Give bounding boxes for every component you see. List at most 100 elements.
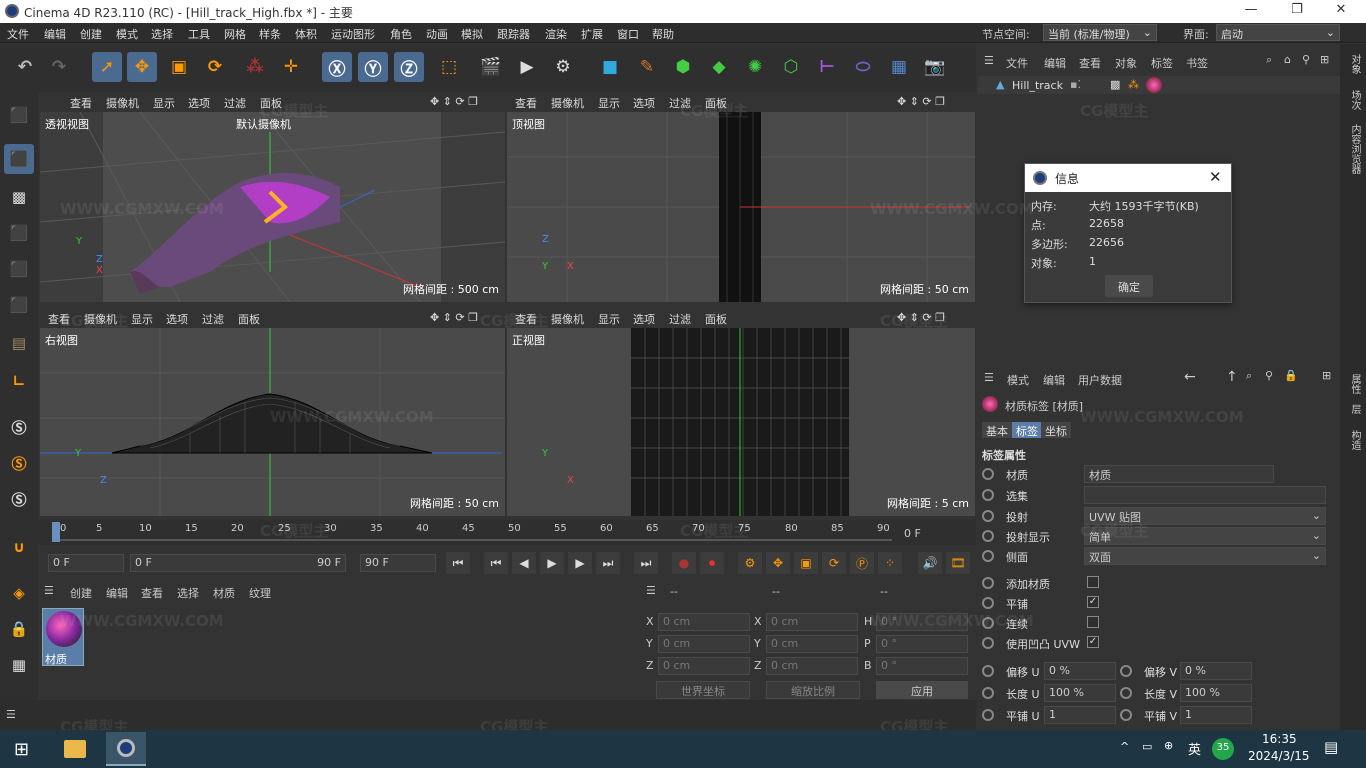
battery-icon[interactable]: ▭ [1142, 740, 1152, 753]
tab-coordinates[interactable]: 坐标 [1041, 422, 1071, 438]
prev-key-icon[interactable]: ⏮ [484, 552, 508, 574]
current-frame-field[interactable]: 0 F [48, 554, 124, 572]
make-editable-icon[interactable]: ⬛ [4, 100, 34, 130]
rot-b-field[interactable]: 0 ° [876, 657, 968, 675]
menu-help[interactable]: 帮助 [652, 26, 674, 42]
menu-tracker[interactable]: 跟踪器 [497, 26, 530, 42]
filter-icon[interactable]: ⚲ [1265, 369, 1273, 382]
new-window-icon[interactable]: ⊞ [1322, 369, 1331, 382]
vp-menu-view[interactable]: 查看 [515, 95, 537, 111]
search-icon[interactable]: ⌕ [1266, 53, 1272, 67]
up-arrow-icon[interactable]: ↑ [1226, 369, 1238, 385]
anim-dot-icon[interactable] [982, 468, 994, 480]
hamburger-icon[interactable]: ☰ [44, 584, 54, 597]
vp-menu-display[interactable]: 显示 [131, 311, 153, 327]
offset-u-field[interactable]: 0 % [1044, 662, 1116, 680]
anim-dot-icon[interactable] [982, 687, 994, 699]
length-u-field[interactable]: 100 % [1044, 684, 1116, 702]
anim-dot-icon[interactable] [982, 597, 994, 609]
menu-animate[interactable]: 动画 [426, 26, 448, 42]
uv-mode-icon[interactable]: ▤ [4, 328, 34, 358]
seamless-checkbox[interactable] [1087, 616, 1099, 628]
material-thumbnail[interactable]: 材质 [42, 608, 84, 666]
close-icon[interactable]: ✕ [1326, 2, 1356, 17]
hamburger-icon[interactable]: ☰ [984, 54, 994, 67]
pos-y-field[interactable]: 0 cm [658, 635, 750, 653]
vp-menu-filter[interactable]: 过滤 [669, 311, 691, 327]
side-tab-takes[interactable]: 场次 [1347, 90, 1362, 110]
menu-mesh[interactable]: 网格 [224, 26, 246, 42]
visibility-icon[interactable]: ▪⁚ [1070, 78, 1081, 91]
timeline-ruler[interactable]: 0 5 10 15 20 25 30 35 40 45 50 55 60 65 … [38, 520, 976, 545]
grid-icon[interactable]: ▦ [4, 650, 34, 680]
attr-menu-mode[interactable]: 模式 [1007, 372, 1029, 388]
anim-dot-icon[interactable] [1120, 665, 1132, 677]
menu-file[interactable]: 文件 [7, 26, 29, 42]
node-space-select[interactable]: 当前 (标准/物理) ⌄ [1043, 24, 1157, 41]
tile-checkbox[interactable]: ✓ [1087, 596, 1099, 608]
proj-display-select[interactable]: 简单 ⌄ [1084, 527, 1326, 545]
apply-button[interactable]: 应用 [876, 681, 968, 699]
go-end-icon[interactable]: ⏭ [634, 552, 658, 574]
prev-frame-icon[interactable]: ◀ [512, 552, 536, 574]
tab-basic[interactable]: 基本 [982, 422, 1012, 438]
attr-menu-userdata[interactable]: 用户数据 [1078, 372, 1122, 388]
anim-dot-icon[interactable] [982, 617, 994, 629]
vp-menu-filter[interactable]: 过滤 [669, 95, 691, 111]
side-tab-objects[interactable]: 对象 [1347, 54, 1362, 74]
viewport-nav-icon[interactable]: ✥ ⇕ ⟳ ❐ [897, 95, 945, 108]
deformer-icon[interactable]: ⊢ [812, 52, 842, 82]
menu-simulate[interactable]: 模拟 [461, 26, 483, 42]
cinema4d-taskbar-icon[interactable] [106, 732, 146, 766]
anim-dot-icon[interactable] [982, 709, 994, 721]
close-icon[interactable]: ✕ [1209, 168, 1222, 186]
obj-menu-tags[interactable]: 标签 [1151, 55, 1173, 71]
edge-mode-icon[interactable]: ⬛ [4, 254, 34, 284]
mat-menu-material[interactable]: 材质 [213, 585, 235, 601]
size-x-field[interactable]: 0 cm [766, 613, 858, 631]
viewport-nav-icon[interactable]: ✥ ⇕ ⟳ ❐ [430, 95, 478, 108]
notification-badge[interactable]: 35 [1212, 738, 1234, 760]
side-tab-attributes[interactable]: 属性 [1347, 374, 1362, 394]
rotate-tool-icon[interactable]: ⟳ [200, 52, 230, 82]
key-pla-icon[interactable]: ⁘ [878, 552, 902, 574]
model-mode-icon[interactable]: ⬛ [4, 144, 34, 174]
viewport-nav-icon[interactable]: ✥ ⇕ ⟳ ❐ [897, 311, 945, 324]
anim-dot-icon[interactable] [982, 637, 994, 649]
vp-menu-options[interactable]: 选项 [633, 95, 655, 111]
anim-dot-icon[interactable] [982, 510, 994, 522]
hamburger-icon[interactable]: ☰ [984, 371, 994, 384]
transform-tool-icon[interactable]: ✛ [276, 52, 306, 82]
ime-indicator[interactable]: 英 [1188, 739, 1201, 758]
tab-tag[interactable]: 标签 [1012, 422, 1042, 438]
search-icon[interactable]: ⌕ [1246, 369, 1252, 383]
menu-mode[interactable]: 模式 [116, 26, 138, 42]
mat-menu-texture[interactable]: 纹理 [249, 585, 271, 601]
magnet-icon[interactable]: ∪ [4, 532, 34, 562]
tray-chevron-icon[interactable]: ^ [1120, 740, 1129, 753]
keyframe-selection-icon[interactable]: ⚙ [738, 552, 762, 574]
menu-render[interactable]: 渲染 [545, 26, 567, 42]
vp-menu-view[interactable]: 查看 [70, 95, 92, 111]
hamburger-icon[interactable]: ☰ [646, 584, 656, 597]
anim-dot-icon[interactable] [982, 577, 994, 589]
viewport-front[interactable]: 正视图 Y X 网格间距 : 5 cm [507, 328, 975, 516]
world-coord-select[interactable]: 世界坐标 [656, 681, 750, 699]
vp-menu-camera[interactable]: 摄像机 [551, 311, 584, 327]
home-icon[interactable]: ⌂ [1284, 53, 1291, 66]
playhead[interactable] [52, 522, 60, 542]
clock-date[interactable]: 2024/3/15 [1248, 749, 1310, 763]
selection-field[interactable] [1084, 486, 1326, 504]
texture-mode-icon[interactable]: ▩ [4, 182, 34, 212]
clock-time[interactable]: 16:35 [1262, 732, 1297, 746]
object-row[interactable]: ▲ Hill_track ▪⁚ ▩ ⁂ [978, 76, 1340, 94]
vp-menu-panel[interactable]: 面板 [705, 311, 727, 327]
texture-tag-icon[interactable]: ▩ [1110, 78, 1120, 91]
polygon-mode-icon[interactable]: ⬛ [4, 290, 34, 320]
vp-menu-options[interactable]: 选项 [166, 311, 188, 327]
viewport-nav-icon[interactable]: ✥ ⇕ ⟳ ❐ [430, 311, 478, 324]
vp-menu-panel[interactable]: 面板 [705, 95, 727, 111]
next-key-icon[interactable]: ⏭ [596, 552, 620, 574]
z-axis-lock-icon[interactable]: Ⓩ [394, 52, 424, 82]
redo-icon[interactable]: ↷ [44, 52, 74, 82]
